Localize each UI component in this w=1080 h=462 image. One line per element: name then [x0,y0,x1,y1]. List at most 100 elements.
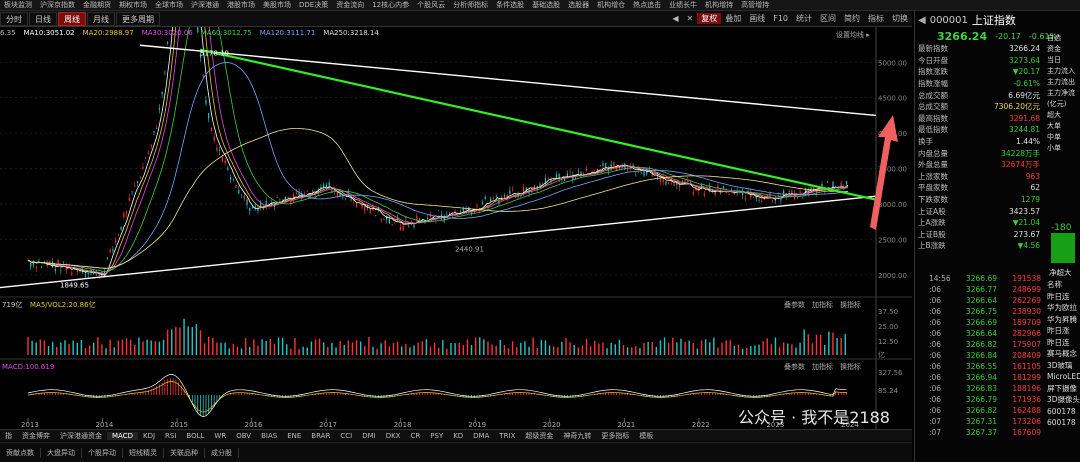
top-menu-item[interactable]: 机构增持 [701,0,737,10]
indicator-tab[interactable]: KD [448,432,468,440]
period-tab[interactable]: 日线 [29,11,57,26]
prev-icon[interactable]: ◀ [918,15,926,26]
concept-item[interactable]: MicroLED [1047,371,1080,383]
indicator-tab[interactable]: BRAR [306,432,335,440]
close-icon[interactable]: ✕ [683,14,698,23]
toolbar-button[interactable]: 画线 [745,13,769,24]
top-menu-item[interactable]: 板块监测 [0,0,36,10]
top-menu-item[interactable]: 沪深港通 [187,0,223,10]
concept-item[interactable]: 3D玻璃 [1047,360,1080,372]
indicator-tab[interactable]: ENE [282,432,306,440]
volume-button[interactable]: 叠参数 [784,300,805,309]
volume-button[interactable]: 换指标 [840,300,861,309]
indicator-tab[interactable]: 资金博弈 [17,431,55,441]
concept-item[interactable]: 华为欧拉 [1047,302,1080,314]
macd-button[interactable]: 换指标 [840,362,861,371]
side-button[interactable]: 大单 [1047,121,1080,132]
indicator-tab[interactable]: 更多指标 [596,431,634,441]
indicator-tab[interactable]: 模板 [634,431,658,441]
concept-item[interactable]: 3D摄像头 [1047,394,1080,406]
indicator-tab[interactable]: OBV [231,432,256,440]
concept-item[interactable]: 屏下摄像 [1047,383,1080,395]
indicator-tab[interactable]: 指 [0,431,17,441]
concept-item[interactable]: 600178 [1047,417,1080,429]
top-menu-item[interactable]: 选股器 [564,0,593,10]
toolbar-button[interactable]: 叠加 [721,13,745,24]
concept-item[interactable]: 昨日连 [1047,337,1080,349]
toolbar-button[interactable]: F10 [769,14,792,23]
bottom-panel-tab[interactable]: 个股异动 [82,447,123,458]
indicator-tab[interactable]: WR [209,432,231,440]
side-button[interactable]: 主力流出 [1047,77,1080,88]
top-menu-item[interactable]: 条件选股 [492,0,528,10]
concept-item[interactable]: 600178 [1047,406,1080,418]
top-menu-item[interactable]: 港股市场 [223,0,259,10]
side-button[interactable]: 资金 [1047,44,1080,55]
period-tab[interactable]: 更多周期 [116,11,160,26]
indicator-tab[interactable]: DKX [381,432,406,440]
top-menu-item[interactable]: 基础选股 [528,0,564,10]
toolbar-button[interactable]: 指标 [864,13,888,24]
side-button[interactable]: 当日 [1047,55,1080,66]
macd-button[interactable]: 加指标 [812,362,833,371]
volume-button[interactable]: 加指标 [812,300,833,309]
side-button[interactable]: 自选 [1047,33,1080,44]
indicator-tab[interactable]: TRIX [494,432,520,440]
concept-item[interactable]: 昨日连 [1047,291,1080,303]
side-button[interactable]: 超大 [1047,110,1080,121]
side-button[interactable]: 小单 [1047,143,1080,154]
prev-icon[interactable]: ◀ [668,14,682,23]
indicator-tab[interactable]: BIAS [256,432,282,440]
top-menu-item[interactable]: 资金流向 [332,0,368,10]
concept-item[interactable]: 华为昇腾 [1047,314,1080,326]
indicator-tab[interactable]: BOLL [181,432,209,440]
top-menu-item[interactable]: 个股风云 [413,0,449,10]
bottom-panel-tab[interactable]: 成分股 [205,447,239,458]
concept-item[interactable]: 昨日涨 [1047,325,1080,337]
top-menu-item[interactable]: 全球市场 [151,0,187,10]
indicator-tab[interactable]: PSY [425,432,448,440]
kline-chart[interactable]: 2000.002500.003000.003500.004000.004500.… [0,27,912,429]
indicator-tab[interactable]: 沪深港通资金 [55,431,107,441]
indicator-tab[interactable]: CCI [335,432,357,440]
side-button[interactable]: (亿元) [1047,99,1080,110]
top-menu-item[interactable]: 金融期货 [79,0,115,10]
toolbar-button[interactable]: 切换 [888,13,912,24]
top-menu-item[interactable]: 美股市场 [259,0,295,10]
macd-button[interactable]: 叠参数 [784,362,805,371]
period-tab[interactable]: 周线 [58,11,86,26]
bottom-panel-tab[interactable]: 贡献点数 [0,447,41,458]
top-menu-item[interactable]: 期权市场 [115,0,151,10]
bottom-panel-tab[interactable]: 大盘异动 [41,447,82,458]
side-button[interactable]: 主力净流 [1047,88,1080,99]
side-button[interactable]: 中单 [1047,132,1080,143]
top-menu-item[interactable]: 机构增仓 [593,0,629,10]
period-tab[interactable]: 分时 [0,11,28,26]
indicator-tab[interactable]: DMA [468,432,494,440]
tick-list[interactable]: 14:56 3266.69 191538:06 3266.77 248699:06 326… [915,273,1045,438]
concept-item[interactable]: 名称 [1047,279,1080,291]
indicator-tab[interactable]: 超级资金 [520,431,558,441]
top-menu-item[interactable]: 12核心内参 [368,0,413,10]
period-tab[interactable]: 月线 [87,11,115,26]
top-menu-item[interactable]: 热点追击 [629,0,665,10]
top-menu-item[interactable]: 沪深京指数 [36,0,79,10]
top-menu-item[interactable]: 分析师指标 [449,0,492,10]
toolbar-button[interactable]: 区间 [816,13,840,24]
toolbar-button[interactable]: 简约 [840,13,864,24]
top-menu-item[interactable]: 业绩长牛 [665,0,701,10]
concept-item[interactable]: 赛马概念 [1047,348,1080,360]
toolbar-button[interactable]: 统计 [792,13,816,24]
indicator-tab[interactable]: RSI [160,432,181,440]
chart-area[interactable]: 2000.002500.003000.003500.004000.004500.… [0,27,912,457]
side-button[interactable]: 主力流入 [1047,66,1080,77]
indicator-tab[interactable]: CR [405,432,425,440]
top-menu-item[interactable]: 高管增持 [737,0,773,10]
indicator-tab[interactable]: DMI [357,432,381,440]
toolbar-button[interactable]: 复权 [697,13,722,24]
indicator-tab[interactable]: KDJ [138,432,160,440]
bottom-panel-tab[interactable]: 短线精灵 [123,447,164,458]
top-menu-item[interactable]: DDE决策 [295,0,332,10]
indicator-tab[interactable]: MACD [107,431,138,440]
bottom-panel-tab[interactable]: 关联品种 [164,447,205,458]
